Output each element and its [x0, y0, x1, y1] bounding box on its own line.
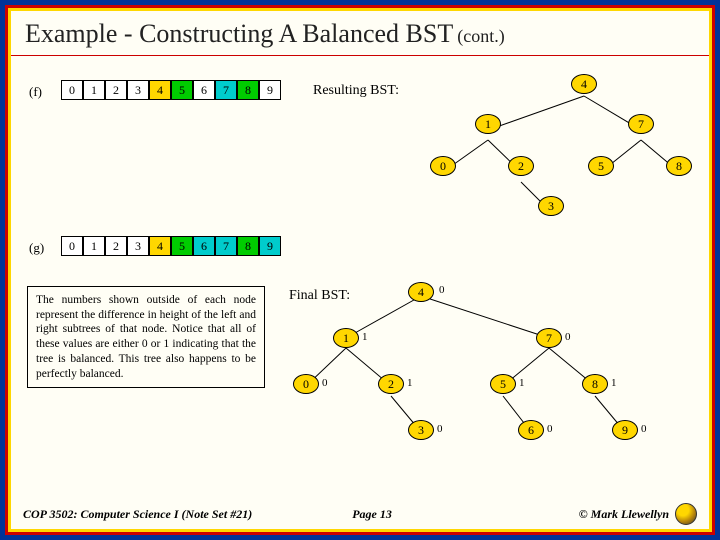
node-g-4: 4: [408, 282, 434, 302]
bf-g-0: 0: [322, 377, 328, 389]
node-g-7: 7: [536, 328, 562, 348]
bf-g-9: 0: [641, 423, 647, 435]
slide-content: Example - Constructing A Balanced BST (c…: [11, 11, 709, 529]
title-bar: Example - Constructing A Balanced BST (c…: [11, 11, 709, 56]
frame-inner: Example - Constructing A Balanced BST (c…: [8, 8, 712, 532]
cell: 7: [215, 236, 237, 256]
cell: 3: [127, 80, 149, 100]
final-label: Final BST:: [289, 288, 350, 304]
node-f-7: 7: [628, 114, 654, 134]
cell: 6: [193, 80, 215, 100]
cell: 5: [171, 236, 193, 256]
node-g-6: 6: [518, 420, 544, 440]
cell: 4: [149, 236, 171, 256]
bf-g-5: 1: [519, 377, 525, 389]
bf-g-3: 0: [437, 423, 443, 435]
cell: 1: [83, 80, 105, 100]
frame-mid: Example - Constructing A Balanced BST (c…: [5, 5, 715, 535]
bf-g-2: 1: [407, 377, 413, 389]
footer-copyright: © Mark Llewellyn: [579, 507, 669, 522]
node-g-2: 2: [378, 374, 404, 394]
frame-outer: Example - Constructing A Balanced BST (c…: [0, 0, 720, 540]
cell: 9: [259, 236, 281, 256]
cell: 4: [149, 80, 171, 100]
cell: 1: [83, 236, 105, 256]
node-g-9: 9: [612, 420, 638, 440]
slide-title-cont: (cont.): [457, 26, 504, 46]
node-f-1: 1: [475, 114, 501, 134]
bf-g-6: 0: [547, 423, 553, 435]
bf-g-4: 0: [439, 284, 445, 296]
bf-g-1: 1: [362, 331, 368, 343]
cell: 0: [61, 80, 83, 100]
ucf-logo-icon: [675, 503, 697, 525]
array-g: 0 1 2 3 4 5 6 7 8 9: [61, 236, 281, 256]
footer-right: © Mark Llewellyn: [456, 503, 697, 525]
node-f-5: 5: [588, 156, 614, 176]
cell: 3: [127, 236, 149, 256]
resulting-label: Resulting BST:: [313, 83, 399, 99]
cell: 6: [193, 236, 215, 256]
cell: 2: [105, 80, 127, 100]
main-area: (f) 0 1 2 3 4 5 6 7 8 9 Resulting BST: 4…: [11, 56, 709, 494]
node-g-3: 3: [408, 420, 434, 440]
cell: 0: [61, 236, 83, 256]
node-g-8: 8: [582, 374, 608, 394]
cell: 7: [215, 80, 237, 100]
bf-g-7: 0: [565, 331, 571, 343]
footer-mid: Page 13: [288, 507, 457, 522]
cell: 8: [237, 236, 259, 256]
description-box: The numbers shown outside of each node r…: [27, 286, 265, 388]
cell: 9: [259, 80, 281, 100]
node-g-5: 5: [490, 374, 516, 394]
node-f-4: 4: [571, 74, 597, 94]
cell: 2: [105, 236, 127, 256]
footer: COP 3502: Computer Science I (Note Set #…: [11, 499, 709, 529]
footer-left: COP 3502: Computer Science I (Note Set #…: [23, 507, 288, 522]
node-f-3: 3: [538, 196, 564, 216]
node-f-0: 0: [430, 156, 456, 176]
slide-title: Example - Constructing A Balanced BST: [25, 19, 453, 48]
cell: 8: [237, 80, 259, 100]
bf-g-8: 1: [611, 377, 617, 389]
node-g-0: 0: [293, 374, 319, 394]
row-label-g: (g): [29, 240, 44, 256]
node-f-8: 8: [666, 156, 692, 176]
cell: 5: [171, 80, 193, 100]
node-f-2: 2: [508, 156, 534, 176]
array-f: 0 1 2 3 4 5 6 7 8 9: [61, 80, 281, 100]
node-g-1: 1: [333, 328, 359, 348]
row-label-f: (f): [29, 84, 42, 100]
